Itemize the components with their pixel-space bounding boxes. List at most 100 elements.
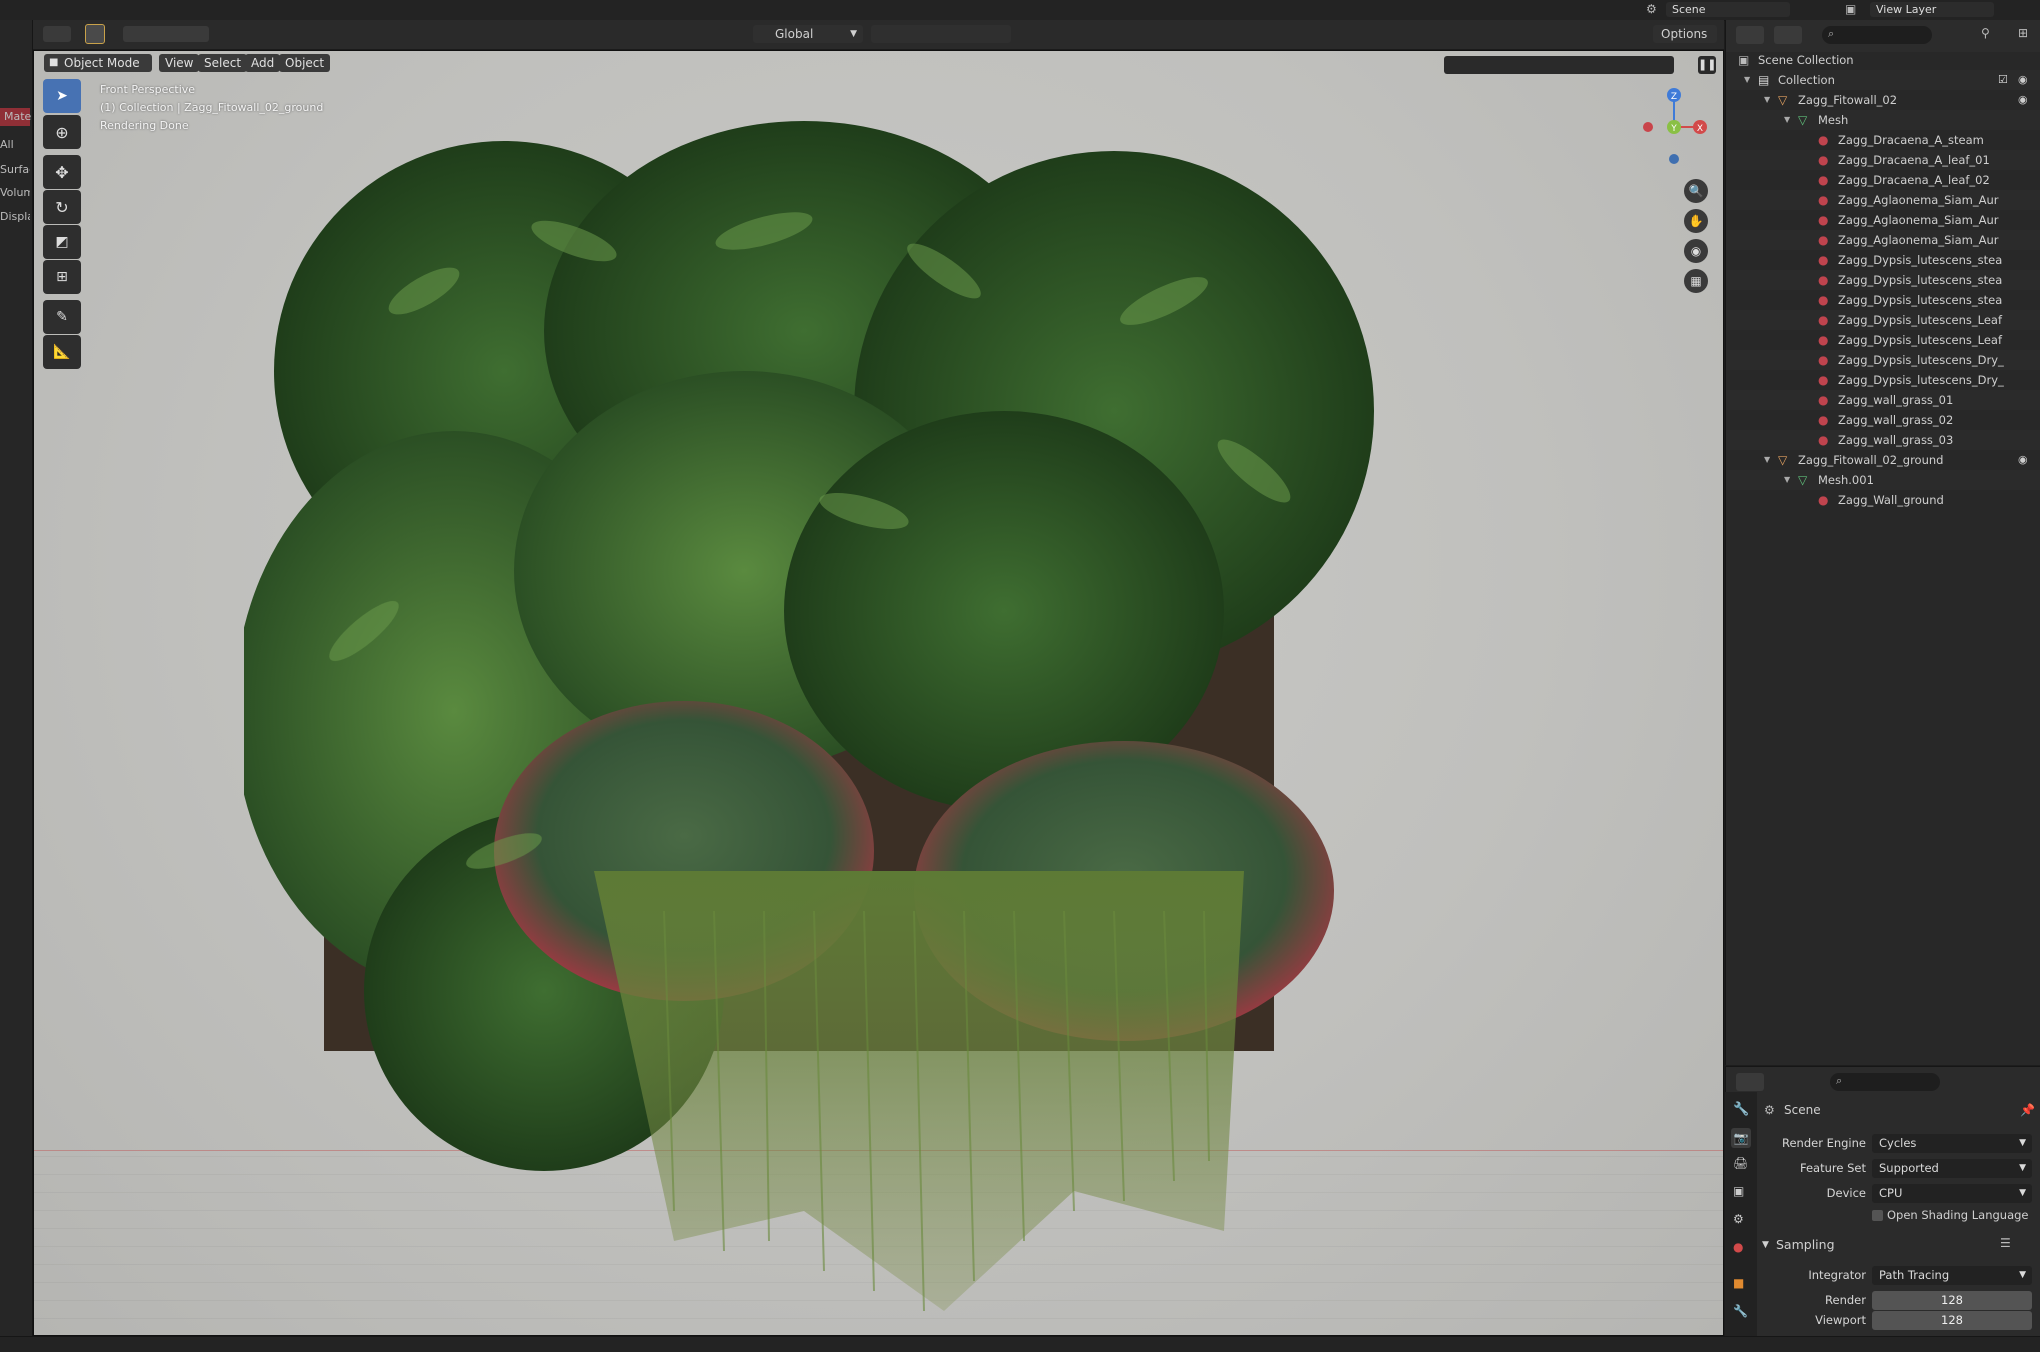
outliner-row[interactable]: ● Zagg_Aglaonema_Siam_Aur bbox=[1726, 210, 2040, 230]
outliner-row[interactable]: ● Zagg_Dypsis_lutescens_Leaf bbox=[1726, 310, 2040, 330]
expand-arrow-icon[interactable]: ▼ bbox=[1784, 470, 1790, 490]
properties-editor-type-button[interactable] bbox=[1736, 1073, 1764, 1091]
render-engine-dropdown[interactable]: Cycles ▼ bbox=[1872, 1134, 2032, 1153]
pause-render-button[interactable]: ❚❚ bbox=[1698, 56, 1716, 74]
outliner-row[interactable]: ● Zagg_Dypsis_lutescens_Dry_ bbox=[1726, 350, 2040, 370]
outliner-row[interactable]: ● Zagg_Dracaena_A_leaf_01 bbox=[1726, 150, 2040, 170]
outliner-row[interactable]: ● Zagg_Dypsis_lutescens_stea bbox=[1726, 270, 2040, 290]
object-icon: ▽ bbox=[1778, 93, 1788, 107]
3d-viewport[interactable]: Front Perspective (1) Collection | Zagg_… bbox=[33, 50, 1724, 1336]
expand-arrow-icon[interactable]: ▼ bbox=[1744, 70, 1750, 90]
properties-search-input[interactable]: ⌕ bbox=[1830, 1073, 1940, 1091]
outliner-row[interactable]: ▼ ▽ Zagg_Fitowall_02_ground ◉ bbox=[1726, 450, 2040, 470]
outliner-search-input[interactable]: ⌕ bbox=[1822, 26, 1932, 44]
feature-set-dropdown[interactable]: Supported ▼ bbox=[1872, 1159, 2032, 1178]
left-label-2[interactable]: All bbox=[0, 138, 30, 151]
cursor-tool[interactable]: ⊕ bbox=[43, 115, 81, 149]
device-dropdown[interactable]: CPU ▼ bbox=[1872, 1184, 2032, 1203]
chevron-down-icon: ▼ bbox=[2019, 1270, 2026, 1280]
left-label-3[interactable]: Surface bbox=[0, 163, 30, 176]
tool-tab-icon[interactable]: 🔧 bbox=[1733, 1102, 1749, 1117]
outliner-editor-type-button[interactable] bbox=[1736, 26, 1764, 44]
render-samples-field[interactable]: 128 bbox=[1872, 1291, 2032, 1310]
object-menu[interactable]: Object bbox=[279, 54, 331, 72]
outliner-row[interactable]: ● Zagg_Aglaonema_Siam_Aur bbox=[1726, 190, 2040, 210]
integrator-dropdown[interactable]: Path Tracing ▼ bbox=[1872, 1266, 2032, 1285]
camera-view-icon[interactable]: ◉ bbox=[1684, 239, 1708, 263]
visibility-gizmo-buttons[interactable] bbox=[1444, 56, 1674, 74]
rotate-tool[interactable]: ↻ bbox=[43, 190, 81, 224]
outliner-row[interactable]: ● Zagg_wall_grass_02 bbox=[1726, 410, 2040, 430]
add-menu[interactable]: Add bbox=[245, 54, 281, 72]
visibility-eye-icon[interactable]: ◉ bbox=[2018, 90, 2028, 110]
outliner-row[interactable]: ● Zagg_Dypsis_lutescens_Leaf bbox=[1726, 330, 2040, 350]
outliner-row[interactable]: ● Zagg_Dracaena_A_leaf_02 bbox=[1726, 170, 2040, 190]
outliner-row[interactable]: ● Zagg_Dypsis_lutescens_stea bbox=[1726, 250, 2040, 270]
exclude-checkbox[interactable]: ☑ bbox=[1998, 70, 2008, 90]
scene-tab-icon[interactable]: ⚙ bbox=[1733, 1212, 1744, 1226]
render-samples-label: Render bbox=[1825, 1293, 1866, 1307]
visibility-eye-icon[interactable]: ◉ bbox=[2018, 450, 2028, 470]
outliner-row[interactable]: ▼ ▽ Mesh.001 bbox=[1726, 470, 2040, 490]
scene-icon[interactable]: ⚙ bbox=[1646, 2, 1657, 16]
annotate-tool[interactable]: ✎ bbox=[43, 300, 81, 334]
expand-arrow-icon[interactable]: ▼ bbox=[1784, 110, 1790, 130]
outliner-row[interactable]: ● Zagg_Aglaonema_Siam_Aur bbox=[1726, 230, 2040, 250]
viewport-samples-field[interactable]: 128 bbox=[1872, 1311, 2032, 1330]
outliner-row[interactable]: ▣ Scene Collection bbox=[1726, 50, 2040, 70]
transform-orientation-dropdown[interactable]: Global ▼ bbox=[753, 25, 863, 43]
select-box-tool[interactable]: ➤ bbox=[43, 79, 81, 113]
ortho-grid-icon[interactable]: ▦ bbox=[1684, 269, 1708, 293]
zoom-icon[interactable]: 🔍 bbox=[1684, 179, 1708, 203]
left-label-5[interactable]: Displac bbox=[0, 210, 30, 223]
expand-arrow-icon[interactable]: ▼ bbox=[1764, 450, 1770, 470]
scene-selector[interactable]: Scene bbox=[1666, 2, 1790, 17]
visibility-eye-icon[interactable]: ◉ bbox=[2018, 70, 2028, 90]
view-layer-icon[interactable]: ▣ bbox=[1845, 2, 1856, 16]
outliner-item-label: Zagg_Dypsis_lutescens_stea bbox=[1838, 293, 2003, 307]
outliner-item-label: Zagg_Dypsis_lutescens_Dry_ bbox=[1838, 353, 2004, 367]
outliner-row[interactable]: ● Zagg_wall_grass_03 bbox=[1726, 430, 2040, 450]
new-collection-icon[interactable]: ⊞ bbox=[2018, 26, 2028, 40]
view-menu[interactable]: View bbox=[159, 54, 200, 72]
outliner-row[interactable]: ● Zagg_Wall_ground bbox=[1726, 490, 2040, 510]
outliner-row[interactable]: ▼ ▽ Zagg_Fitowall_02 ◉ bbox=[1726, 90, 2040, 110]
object-mode-dropdown[interactable]: ■ Object Mode bbox=[44, 54, 152, 72]
material-icon: ● bbox=[1818, 373, 1829, 387]
outliner-row[interactable]: ● Zagg_wall_grass_01 bbox=[1726, 390, 2040, 410]
display-mode-button[interactable] bbox=[1774, 26, 1802, 44]
left-label-4[interactable]: Volum bbox=[0, 186, 30, 199]
outliner-row[interactable]: ● Zagg_Dypsis_lutescens_stea bbox=[1726, 290, 2040, 310]
navigation-gizmo[interactable]: Z X Y bbox=[1634, 81, 1714, 181]
outliner-item-label: Zagg_Dypsis_lutescens_stea bbox=[1838, 273, 2003, 287]
timeline-bar[interactable] bbox=[0, 1336, 2040, 1352]
world-tab-icon[interactable]: ● bbox=[1733, 1240, 1743, 1254]
measure-tool[interactable]: 📐 bbox=[43, 335, 81, 369]
expand-arrow-icon[interactable]: ▼ bbox=[1764, 90, 1770, 110]
pivot-snap-buttons[interactable] bbox=[871, 25, 1011, 43]
outliner-row[interactable]: ● Zagg_Dypsis_lutescens_Dry_ bbox=[1726, 370, 2040, 390]
selection-mode-buttons[interactable] bbox=[123, 26, 209, 42]
options-dropdown[interactable]: Options bbox=[1653, 25, 1717, 43]
select-menu-label: Select bbox=[204, 56, 242, 70]
scale-tool[interactable]: ◩ bbox=[43, 225, 81, 259]
select-tool-button[interactable] bbox=[85, 24, 105, 44]
select-menu[interactable]: Select bbox=[198, 54, 248, 72]
pan-hand-icon[interactable]: ✋ bbox=[1684, 209, 1708, 233]
view-layer-selector[interactable]: View Layer bbox=[1870, 2, 1994, 17]
transform-tool[interactable]: ⊞ bbox=[43, 260, 81, 294]
osl-checkbox[interactable] bbox=[1872, 1210, 1883, 1221]
filter-icon[interactable]: ⚲ bbox=[1981, 26, 1990, 40]
outliner-row[interactable]: ● Zagg_Dracaena_A_steam bbox=[1726, 130, 2040, 150]
presets-list-icon[interactable]: ☰ bbox=[2000, 1236, 2011, 1250]
material-icon: ● bbox=[1818, 393, 1829, 407]
sampling-expand-icon[interactable]: ▼ bbox=[1762, 1240, 1769, 1250]
editor-type-button[interactable] bbox=[43, 26, 71, 42]
sampling-section-header[interactable]: Sampling bbox=[1776, 1237, 1835, 1252]
viewport-samples-label: Viewport bbox=[1815, 1313, 1866, 1327]
outliner-row[interactable]: ▼ ▤ Collection ◉ ☑ bbox=[1726, 70, 2040, 90]
outliner-item-label: Zagg_wall_grass_01 bbox=[1838, 393, 1954, 407]
move-tool[interactable]: ✥ bbox=[43, 155, 81, 189]
outliner-row[interactable]: ▼ ▽ Mesh bbox=[1726, 110, 2040, 130]
pin-icon[interactable]: 📌 bbox=[2020, 1103, 2035, 1117]
